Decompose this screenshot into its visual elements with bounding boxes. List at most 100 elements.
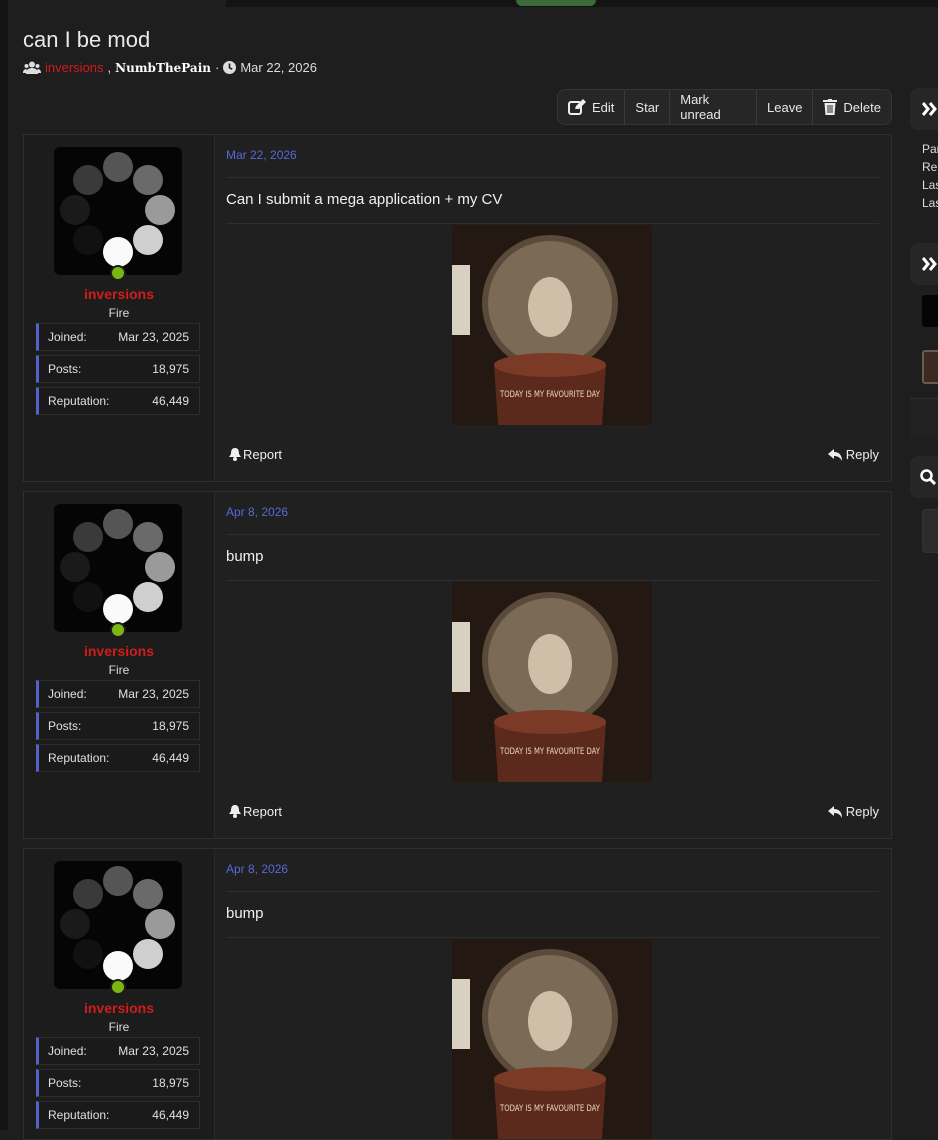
report-button[interactable]: Report [229, 804, 282, 819]
participant-link-1[interactable]: inversions [45, 60, 104, 75]
thread-title: can I be mod [23, 27, 151, 52]
online-indicator [110, 265, 126, 281]
search-icon [920, 469, 936, 485]
stat-value: 18,975 [152, 362, 189, 376]
star-label: Star [635, 99, 660, 115]
post-text: Can I submit a mega application + my CV [226, 191, 503, 208]
stat-label: Joined: [48, 1044, 87, 1058]
post-3: inversions Fire Joined: Mar 23, 2025 Post… [23, 848, 892, 1140]
sidebar-avatar-2[interactable] [922, 350, 938, 384]
edit-button[interactable]: Edit [558, 90, 626, 124]
divider [226, 580, 879, 581]
online-indicator [110, 622, 126, 638]
stat-reputation: Reputation: 46,449 [36, 387, 200, 415]
reply-label: Reply [845, 804, 879, 819]
username-link[interactable]: inversions [24, 643, 214, 659]
stat-posts: Posts: 18,975 [36, 355, 200, 383]
post-1: inversions Fire Joined: Mar 23, 2025 Post… [23, 134, 892, 482]
clock-icon [223, 61, 237, 74]
sidebar-info-line: Par [922, 142, 938, 156]
reply-label: Reply [845, 447, 879, 462]
sidebar-separator [910, 398, 938, 437]
report-label: Report [243, 447, 283, 462]
leave-button[interactable]: Leave [757, 90, 814, 124]
report-button[interactable]: Report [229, 447, 282, 462]
stat-joined: Joined: Mar 23, 2025 [36, 1037, 200, 1065]
online-indicator [110, 979, 126, 995]
user-column: inversions Fire Joined: Mar 23, 2025 Post… [24, 135, 215, 481]
reply-button[interactable]: Reply [827, 804, 879, 819]
trash-icon [823, 99, 838, 115]
stat-label: Posts: [48, 719, 82, 733]
avatar[interactable] [54, 147, 182, 275]
leave-label: Leave [767, 99, 803, 115]
stat-label: Joined: [48, 687, 87, 701]
avatar[interactable] [54, 504, 182, 632]
avatar-spinner-image [60, 152, 175, 267]
bell-icon [229, 448, 241, 461]
star-button[interactable]: Star [625, 90, 671, 124]
sidebar-info-list: Par Rep Las Las [922, 140, 938, 212]
stat-value: Mar 23, 2025 [118, 330, 189, 344]
avatar-spinner-image [60, 509, 175, 624]
mark-unread-label: Mark unread [680, 92, 721, 122]
post-image[interactable]: TODAY IS MY FAVOURITE DAY [452, 225, 652, 425]
delete-button[interactable]: Delete [813, 90, 891, 124]
sidebar-info-line: Las [922, 196, 938, 210]
post-text: bump [226, 548, 264, 565]
divider [226, 891, 879, 892]
reply-icon [827, 448, 842, 461]
sidebar-info-line: Rep [922, 160, 938, 174]
bell-icon [229, 805, 241, 818]
double-chevron-icon [922, 257, 937, 271]
username-link[interactable]: inversions [24, 1000, 214, 1016]
stat-reputation: Reputation: 46,449 [36, 744, 200, 772]
user-title: Fire [108, 1020, 130, 1034]
divider [226, 534, 879, 535]
post-date-link[interactable]: Mar 22, 2026 [226, 148, 297, 162]
user-title: Fire [108, 306, 130, 320]
meta-dot: · [215, 60, 220, 75]
stat-label: Reputation: [48, 751, 110, 765]
thread-meta: inversions, NumbThePain · Mar 22, 2026 [23, 60, 317, 75]
stat-label: Reputation: [48, 394, 110, 408]
report-label: Report [243, 804, 283, 819]
edit-icon [568, 99, 586, 115]
stat-joined: Joined: Mar 23, 2025 [36, 680, 200, 708]
stat-value: 46,449 [152, 394, 189, 408]
user-column: inversions Fire Joined: Mar 23, 2025 Post… [24, 849, 215, 1139]
sidebar-info-line: Las [922, 178, 938, 192]
image-caption: TODAY IS MY FAVOURITE DAY [499, 747, 600, 757]
stat-label: Joined: [48, 330, 87, 344]
post-date-link[interactable]: Apr 8, 2026 [226, 862, 288, 876]
stat-posts: Posts: 18,975 [36, 1069, 200, 1097]
edit-label: Edit [592, 99, 615, 115]
post-date-link[interactable]: Apr 8, 2026 [226, 505, 288, 519]
user-title: Fire [108, 663, 130, 677]
post-image[interactable]: TODAY IS MY FAVOURITE DAY [452, 939, 652, 1139]
image-caption: TODAY IS MY FAVOURITE DAY [499, 1104, 600, 1114]
stat-label: Posts: [48, 1076, 82, 1090]
divider [226, 223, 879, 224]
post-image[interactable]: TODAY IS MY FAVOURITE DAY [452, 582, 652, 782]
avatar-spinner-image [60, 866, 175, 981]
sidebar-avatar-1[interactable] [922, 295, 938, 327]
stat-value: Mar 23, 2025 [118, 687, 189, 701]
comma: , [107, 60, 112, 75]
left-gutter [0, 0, 8, 1130]
avatar[interactable] [54, 861, 182, 989]
stat-value: Mar 23, 2025 [118, 1044, 189, 1058]
stat-posts: Posts: 18,975 [36, 712, 200, 740]
divider [226, 937, 879, 938]
sidebar-search-header[interactable] [910, 456, 938, 498]
sidebar-search-input[interactable] [922, 509, 938, 553]
mark-unread-button[interactable]: Mark unread [670, 90, 757, 124]
username-link[interactable]: inversions [24, 286, 214, 302]
sidebar-panel-header-1[interactable] [910, 88, 938, 130]
stat-value: 18,975 [152, 719, 189, 733]
stat-label: Reputation: [48, 1108, 110, 1122]
participant-link-2[interactable]: NumbThePain [115, 61, 211, 75]
sidebar-panel-header-2[interactable] [910, 243, 938, 285]
reply-button[interactable]: Reply [827, 447, 879, 462]
post-text: bump [226, 905, 264, 922]
